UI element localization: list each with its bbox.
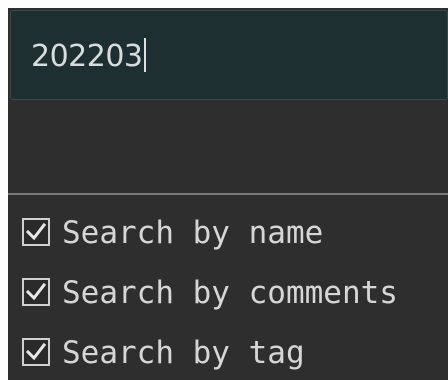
search-value: 202203 (31, 39, 143, 74)
checkmark-icon (25, 222, 47, 241)
search-panel: 202203 Search by name Search by comments… (8, 8, 448, 380)
checkmark-icon (25, 282, 47, 301)
option-label: Search by name (62, 215, 324, 251)
option-label: Search by tag (62, 335, 305, 371)
search-input-text: 202203 (31, 38, 146, 75)
checkbox-search-by-name[interactable] (22, 218, 50, 246)
divider (8, 193, 448, 195)
option-label: Search by comments (62, 275, 398, 311)
text-caret (143, 38, 146, 72)
checkmark-icon (25, 342, 47, 361)
checkbox-search-by-comments[interactable] (22, 278, 50, 306)
checkbox-search-by-tag[interactable] (22, 338, 50, 366)
search-input[interactable]: 202203 (10, 10, 448, 100)
option-search-by-comments[interactable]: Search by comments (22, 273, 448, 313)
option-search-by-name[interactable]: Search by name (22, 213, 448, 253)
option-search-by-tag[interactable]: Search by tag (22, 333, 448, 373)
